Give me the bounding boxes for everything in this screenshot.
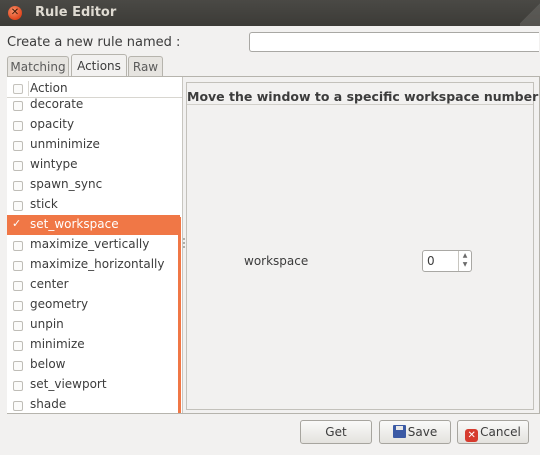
list-item[interactable]: unpin (7, 315, 180, 335)
tab-matching[interactable]: Matching (7, 56, 69, 77)
list-item[interactable]: opacity (7, 115, 180, 135)
detail-pane (186, 82, 534, 410)
get-label: Get (325, 425, 347, 439)
checkbox[interactable] (13, 161, 23, 171)
spinner-arrows-icon[interactable]: ▲ ▼ (458, 251, 471, 271)
resize-corner (520, 0, 540, 26)
checkbox[interactable] (13, 201, 23, 211)
get-button[interactable]: Get (300, 420, 372, 444)
checkbox[interactable] (13, 181, 23, 191)
header-checkbox (13, 84, 23, 94)
checkbox[interactable] (13, 381, 23, 391)
window-title: Rule Editor (35, 5, 117, 20)
rule-name-input[interactable] (249, 32, 539, 52)
list-item[interactable]: set_viewport (7, 375, 180, 395)
checkbox[interactable] (13, 401, 23, 411)
checkbox[interactable] (13, 101, 23, 111)
checkbox[interactable] (13, 261, 23, 271)
list-item[interactable]: maximize_vertically (7, 235, 180, 255)
checkbox[interactable] (13, 301, 23, 311)
checkbox[interactable] (13, 121, 23, 131)
list-item[interactable]: decorate (7, 95, 180, 115)
workspace-spinner[interactable]: 0 ▲ ▼ (422, 250, 472, 272)
cancel-icon: ✕ (465, 429, 479, 442)
action-list[interactable]: Action decorate opacity unminimize winty… (7, 77, 183, 413)
cancel-button[interactable]: ✕ Cancel (457, 420, 529, 444)
list-item[interactable]: maximize_horizontally (7, 255, 180, 275)
workspace-label: workspace (244, 254, 309, 268)
rule-name-label: Create a new rule named : (7, 35, 181, 50)
list-item[interactable]: unminimize (7, 135, 180, 155)
list-item[interactable]: wintype (7, 155, 180, 175)
tab-raw[interactable]: Raw (128, 56, 163, 77)
list-item-selected[interactable]: ✓ set_workspace (7, 215, 180, 235)
save-icon (392, 425, 406, 438)
cancel-label: Cancel (480, 425, 521, 439)
detail-title: Move the window to a specific workspace … (187, 89, 539, 104)
list-item[interactable]: spawn_sync (7, 175, 180, 195)
list-item[interactable]: geometry (7, 295, 180, 315)
checkbox[interactable] (13, 241, 23, 251)
list-item[interactable]: shade (7, 395, 180, 413)
checkbox[interactable] (13, 361, 23, 371)
title-bar: ✕ Rule Editor (0, 0, 540, 26)
column-header-action[interactable]: Action (30, 81, 68, 95)
checkbox[interactable] (13, 321, 23, 331)
list-item[interactable]: center (7, 275, 180, 295)
save-button[interactable]: Save (379, 420, 451, 444)
save-label: Save (407, 425, 438, 439)
tab-actions[interactable]: Actions (71, 54, 127, 77)
workspace-value[interactable]: 0 (427, 254, 435, 268)
header-divider (28, 81, 29, 96)
list-scrollbar[interactable] (178, 217, 181, 413)
checkmark-icon[interactable]: ✓ (12, 218, 21, 229)
list-item[interactable]: below (7, 355, 180, 375)
list-item[interactable]: stick (7, 195, 180, 215)
detail-divider (187, 104, 533, 105)
checkbox[interactable] (13, 281, 23, 291)
checkbox[interactable] (13, 141, 23, 151)
checkbox[interactable] (13, 341, 23, 351)
close-icon[interactable]: ✕ (8, 6, 22, 20)
list-item[interactable]: minimize (7, 335, 180, 355)
